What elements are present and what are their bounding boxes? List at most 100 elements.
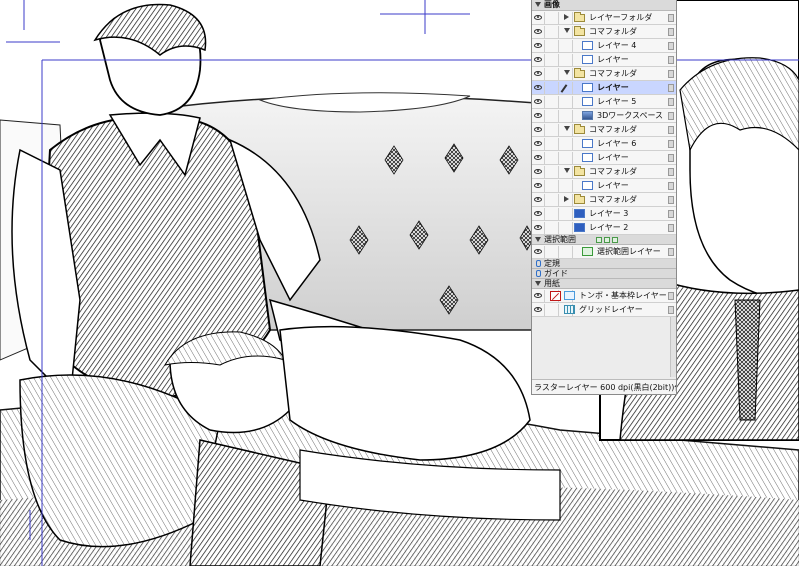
visibility-toggle[interactable]	[532, 96, 545, 108]
visibility-toggle[interactable]	[532, 290, 545, 302]
layer-row-paper[interactable]: トンボ・基本枠レイヤー	[532, 289, 676, 303]
layer-options-button[interactable]	[668, 42, 674, 50]
layer-options-button[interactable]	[668, 182, 674, 190]
visibility-toggle[interactable]	[532, 152, 545, 164]
layer-row[interactable]: レイヤー 4	[532, 39, 676, 53]
layer-options-button[interactable]	[668, 196, 674, 204]
edit-target-toggle[interactable]	[560, 180, 573, 192]
layer-row[interactable]: コマフォルダ	[532, 193, 676, 207]
layer-options-button[interactable]	[668, 140, 674, 148]
lock-toggle[interactable]	[546, 54, 559, 66]
lock-toggle[interactable]	[546, 138, 559, 150]
lock-toggle[interactable]	[546, 68, 559, 80]
edit-target-toggle[interactable]	[560, 96, 573, 108]
edit-target-toggle[interactable]	[560, 54, 573, 66]
edit-target-toggle[interactable]	[560, 208, 573, 220]
visibility-toggle[interactable]	[532, 12, 545, 24]
lock-toggle[interactable]	[546, 96, 559, 108]
layer-options-button[interactable]	[668, 210, 674, 218]
drawing-canvas[interactable]	[0, 0, 799, 566]
lock-toggle[interactable]	[546, 180, 559, 192]
lock-toggle[interactable]	[546, 166, 559, 178]
layer-row-paper[interactable]: グリッドレイヤー	[532, 303, 676, 317]
lock-toggle[interactable]	[546, 194, 559, 206]
layer-row[interactable]: レイヤー 5	[532, 95, 676, 109]
visibility-toggle[interactable]	[532, 138, 545, 150]
visibility-toggle[interactable]	[532, 304, 545, 316]
visibility-toggle[interactable]	[532, 208, 545, 220]
chevron-down-icon[interactable]	[564, 168, 570, 173]
edit-target-toggle[interactable]	[560, 138, 573, 150]
chevron-down-icon[interactable]	[564, 126, 570, 131]
layer-options-button[interactable]	[668, 28, 674, 36]
lock-toggle[interactable]	[546, 124, 559, 136]
lock-toggle[interactable]	[546, 110, 559, 122]
layer-row[interactable]: レイヤー	[532, 179, 676, 193]
layer-row[interactable]: レイヤー	[532, 81, 676, 95]
layer-options-button[interactable]	[668, 306, 674, 314]
chevron-down-icon[interactable]	[564, 28, 570, 33]
lock-toggle[interactable]	[546, 12, 559, 24]
layer-options-button[interactable]	[668, 168, 674, 176]
layer-row[interactable]: レイヤー	[532, 151, 676, 165]
lock-toggle[interactable]	[546, 246, 559, 258]
visibility-toggle[interactable]	[532, 180, 545, 192]
edit-target-toggle[interactable]	[560, 40, 573, 52]
lock-toggle[interactable]	[546, 222, 559, 234]
layer-options-button[interactable]	[668, 84, 674, 92]
lock-toggle[interactable]	[546, 40, 559, 52]
layer-options-button[interactable]	[668, 56, 674, 64]
layer-row[interactable]: コマフォルダ	[532, 25, 676, 39]
section-paper[interactable]: 用紙	[532, 279, 676, 289]
visibility-toggle[interactable]	[532, 26, 545, 38]
edit-target-toggle[interactable]	[560, 110, 573, 122]
edit-target-toggle[interactable]	[560, 152, 573, 164]
layer-row[interactable]: レイヤー 2	[532, 221, 676, 235]
layer-row[interactable]: コマフォルダ	[532, 165, 676, 179]
section-ruler[interactable]: 定規	[532, 259, 676, 269]
chevron-right-icon[interactable]	[564, 14, 569, 20]
visibility-toggle[interactable]	[532, 124, 545, 136]
layer-options-button[interactable]	[668, 14, 674, 22]
visibility-toggle[interactable]	[532, 110, 545, 122]
layer-options-button[interactable]	[668, 154, 674, 162]
lock-toggle[interactable]	[546, 152, 559, 164]
visibility-toggle[interactable]	[532, 82, 545, 94]
edit-target-toggle[interactable]	[560, 246, 573, 258]
visibility-toggle[interactable]	[532, 246, 545, 258]
layer-options-button[interactable]	[668, 224, 674, 232]
layer-options-button[interactable]	[668, 70, 674, 78]
section-selection[interactable]: 選択範囲	[532, 235, 676, 245]
visibility-toggle[interactable]	[532, 194, 545, 206]
lock-toggle[interactable]	[546, 82, 559, 94]
chevron-right-icon[interactable]	[564, 196, 569, 202]
add-selection-icon[interactable]	[596, 237, 602, 243]
layer-row[interactable]: コマフォルダ	[532, 123, 676, 137]
lock-toggle[interactable]	[546, 208, 559, 220]
layer-row[interactable]: レイヤー	[532, 53, 676, 67]
visibility-toggle[interactable]	[532, 40, 545, 52]
edit-target-toggle[interactable]	[560, 222, 573, 234]
layer-row[interactable]: コマフォルダ	[532, 67, 676, 81]
layer-options-button[interactable]	[668, 248, 674, 256]
subtract-selection-icon[interactable]	[604, 237, 610, 243]
layer-root-header[interactable]: 画像	[532, 0, 676, 11]
refresh-selection-icon[interactable]	[612, 237, 618, 243]
edit-target-toggle[interactable]	[560, 82, 573, 94]
visibility-toggle[interactable]	[532, 68, 545, 80]
section-guide[interactable]: ガイド	[532, 269, 676, 279]
lock-toggle[interactable]	[546, 26, 559, 38]
layer-row[interactable]: レイヤー 6	[532, 137, 676, 151]
layer-row[interactable]: 3Dワークスペース	[532, 109, 676, 123]
layer-options-button[interactable]	[668, 292, 674, 300]
visibility-toggle[interactable]	[532, 166, 545, 178]
layer-options-button[interactable]	[668, 112, 674, 120]
layer-options-button[interactable]	[668, 126, 674, 134]
visibility-toggle[interactable]	[532, 54, 545, 66]
layer-options-button[interactable]	[668, 98, 674, 106]
chevron-down-icon[interactable]	[564, 70, 570, 75]
layer-row-selection[interactable]: 選択範囲レイヤー	[532, 245, 676, 259]
layer-row[interactable]: レイヤーフォルダ	[532, 11, 676, 25]
layer-row[interactable]: レイヤー 3	[532, 207, 676, 221]
lock-toggle[interactable]	[546, 304, 559, 316]
